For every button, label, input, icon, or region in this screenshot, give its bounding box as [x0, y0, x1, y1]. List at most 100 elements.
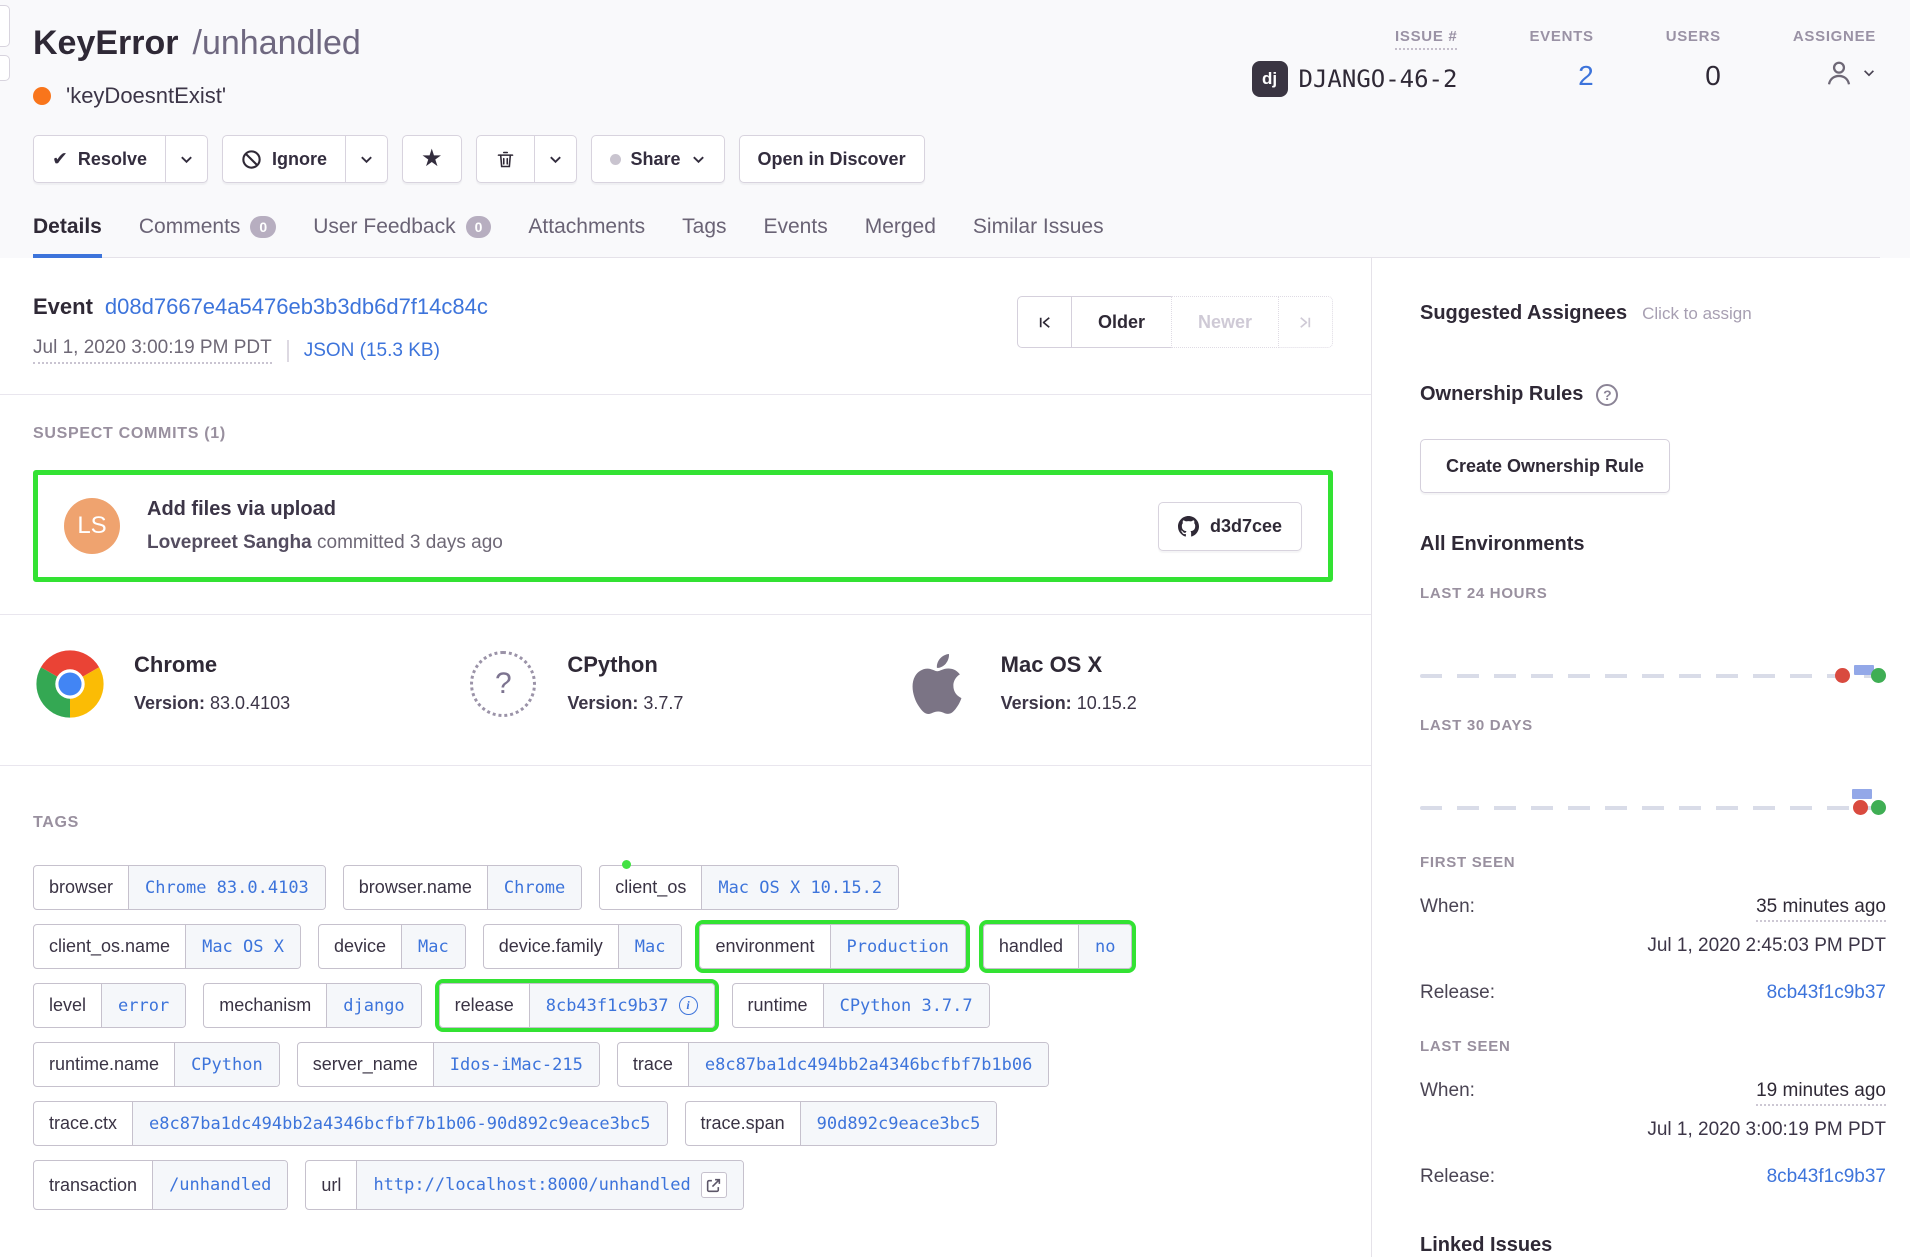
- tag-value-link[interactable]: 90d892c9eace3bc5: [800, 1102, 997, 1145]
- tag-value-link[interactable]: Chrome: [487, 866, 581, 909]
- tab-similar-issues[interactable]: Similar Issues: [973, 215, 1104, 258]
- last-seen-heading: LAST SEEN: [1420, 1038, 1886, 1055]
- tag-value-link[interactable]: http://localhost:8000/unhandled: [356, 1161, 742, 1209]
- tab-user-feedback[interactable]: User Feedback0: [313, 215, 491, 258]
- users-label: USERS: [1666, 28, 1721, 45]
- delete-button[interactable]: [477, 136, 534, 182]
- assignee-selector[interactable]: [1823, 57, 1876, 89]
- event-json-link[interactable]: JSON (15.3 KB): [304, 340, 440, 362]
- suspect-commits-section: SUSPECT COMMITS (1) LS Add files via upl…: [0, 395, 1371, 615]
- action-bar: ✔ Resolve Ignore ★: [33, 135, 1880, 183]
- tab-comments[interactable]: Comments0: [139, 215, 276, 258]
- tag-value-link[interactable]: Mac: [401, 925, 465, 968]
- bookmark-button[interactable]: ★: [403, 136, 461, 182]
- newer-event-button[interactable]: Newer: [1171, 296, 1279, 348]
- tag-value-link[interactable]: 8cb43f1c9b37i: [529, 984, 714, 1027]
- chevron-down-icon: [691, 152, 706, 167]
- issue-message: 'keyDoesntExist': [66, 83, 226, 109]
- tag-key: release: [440, 984, 529, 1027]
- tags-heading: TAGS: [33, 814, 1333, 832]
- resolve-dropdown-button[interactable]: [165, 136, 207, 182]
- tag-value-link[interactable]: /unhandled: [152, 1161, 287, 1209]
- chevron-down-icon: [1862, 66, 1876, 80]
- ownership-rules-heading: Ownership Rules: [1420, 383, 1583, 406]
- tag-key: trace.ctx: [34, 1102, 132, 1145]
- tab-label: Details: [33, 215, 102, 239]
- context-text: Mac OS XVersion: 10.15.2: [1001, 647, 1137, 714]
- context-chrome: ChromeVersion: 83.0.4103: [33, 647, 466, 721]
- info-circle-icon[interactable]: i: [679, 996, 698, 1015]
- context-version: Version: 3.7.7: [567, 693, 683, 714]
- issue-short-id[interactable]: dj DJANGO-46-2: [1252, 61, 1458, 97]
- events-count[interactable]: 2: [1578, 60, 1594, 92]
- share-button-group: Share: [591, 135, 725, 183]
- skip-to-newest-icon: [1296, 313, 1315, 332]
- tab-events[interactable]: Events: [764, 215, 828, 258]
- all-environments-heading: All Environments: [1420, 533, 1886, 556]
- last-seen-release-link[interactable]: 8cb43f1c9b37: [1767, 1166, 1886, 1188]
- question-circle-icon[interactable]: ?: [1596, 384, 1618, 406]
- tag-value-link[interactable]: e8c87ba1dc494bb2a4346bcfbf7b1b06-90d892c…: [132, 1102, 667, 1145]
- tag-value-link[interactable]: Mac OS X: [185, 925, 300, 968]
- tab-merged[interactable]: Merged: [865, 215, 936, 258]
- tag-value-link[interactable]: error: [101, 984, 185, 1027]
- delete-dropdown-button[interactable]: [534, 136, 576, 182]
- issue-tabs: Details Comments0 User Feedback0 Attachment…: [33, 215, 1880, 258]
- tag-transaction: transaction/unhandled: [33, 1160, 288, 1210]
- tab-details[interactable]: Details: [33, 215, 102, 258]
- newest-event-button[interactable]: [1278, 296, 1333, 348]
- event-bar-marker: [1852, 789, 1872, 799]
- tab-tags[interactable]: Tags: [682, 215, 726, 258]
- issue-header: KeyError/unhandled 'keyDoesntExist' ISSU…: [0, 0, 1910, 258]
- oldest-event-button[interactable]: [1017, 296, 1072, 348]
- tag-trace.ctx: trace.ctxe8c87ba1dc494bb2a4346bcfbf7b1b0…: [33, 1101, 668, 1146]
- commit-sha-button[interactable]: d3d7cee: [1158, 502, 1302, 551]
- main-column: Eventd08d7667e4a5476eb3b3db6d7f14c84c Ju…: [0, 258, 1372, 1257]
- users-count[interactable]: 0: [1705, 60, 1721, 92]
- suspect-commits-heading: SUSPECT COMMITS (1): [33, 425, 1333, 443]
- issue-short-id-text: DJANGO-46-2: [1299, 65, 1458, 93]
- event-contexts: ChromeVersion: 83.0.4103? CPython Version:…: [0, 615, 1371, 766]
- tag-value-link[interactable]: CPython 3.7.7: [823, 984, 989, 1027]
- tag-client_os: client_osMac OS X 10.15.2: [599, 865, 899, 910]
- tag-value-link[interactable]: no: [1078, 925, 1131, 968]
- tag-key: browser: [34, 866, 128, 909]
- ignore-dropdown-button[interactable]: [345, 136, 387, 182]
- ignore-button[interactable]: Ignore: [223, 136, 345, 182]
- version-value: 83.0.4103: [210, 693, 290, 713]
- tag-value-link[interactable]: Production: [830, 925, 965, 968]
- tag-key: client_os: [600, 866, 701, 909]
- tag-value-link[interactable]: e8c87ba1dc494bb2a4346bcfbf7b1b06: [688, 1043, 1049, 1086]
- tag-value-link[interactable]: Mac: [618, 925, 682, 968]
- open-in-discover-button[interactable]: Open in Discover: [740, 136, 924, 182]
- share-button[interactable]: Share: [592, 136, 724, 182]
- star-icon: ★: [421, 147, 443, 171]
- tag-key: server_name: [298, 1043, 433, 1086]
- older-event-button[interactable]: Older: [1071, 296, 1172, 348]
- stat-users: USERS 0: [1666, 28, 1721, 97]
- tab-label: Tags: [682, 215, 726, 239]
- resolve-button[interactable]: ✔ Resolve: [34, 136, 165, 182]
- tag-browser.name: browser.nameChrome: [343, 865, 582, 910]
- external-link-icon[interactable]: [701, 1172, 727, 1198]
- context-cpython: ? CPython Version: 3.7.7: [466, 647, 899, 721]
- commit-title: Add files via upload: [147, 498, 1158, 521]
- tab-attachments[interactable]: Attachments: [528, 215, 645, 258]
- release-label: Release:: [1420, 1166, 1495, 1188]
- person-icon: [1823, 57, 1855, 89]
- context-name: CPython: [567, 652, 683, 678]
- unknown-runtime-icon: ?: [470, 651, 536, 717]
- tag-value-link[interactable]: CPython: [174, 1043, 279, 1086]
- last-seen-marker-icon: [1871, 668, 1886, 683]
- last-24-hours-label: LAST 24 HOURS: [1420, 585, 1886, 602]
- tag-url: urlhttp://localhost:8000/unhandled: [305, 1160, 743, 1210]
- tag-value-link[interactable]: django: [326, 984, 420, 1027]
- create-ownership-rule-button[interactable]: Create Ownership Rule: [1420, 439, 1670, 493]
- tag-value-link[interactable]: Mac OS X 10.15.2: [701, 866, 898, 909]
- tag-value-link[interactable]: Idos-iMac-215: [433, 1043, 599, 1086]
- tag-key: transaction: [34, 1161, 152, 1209]
- event-id-link[interactable]: d08d7667e4a5476eb3b3db6d7f14c84c: [105, 294, 488, 319]
- when-label: When:: [1420, 896, 1475, 918]
- first-seen-release-link[interactable]: 8cb43f1c9b37: [1767, 982, 1886, 1004]
- tag-value-link[interactable]: Chrome 83.0.4103: [128, 866, 325, 909]
